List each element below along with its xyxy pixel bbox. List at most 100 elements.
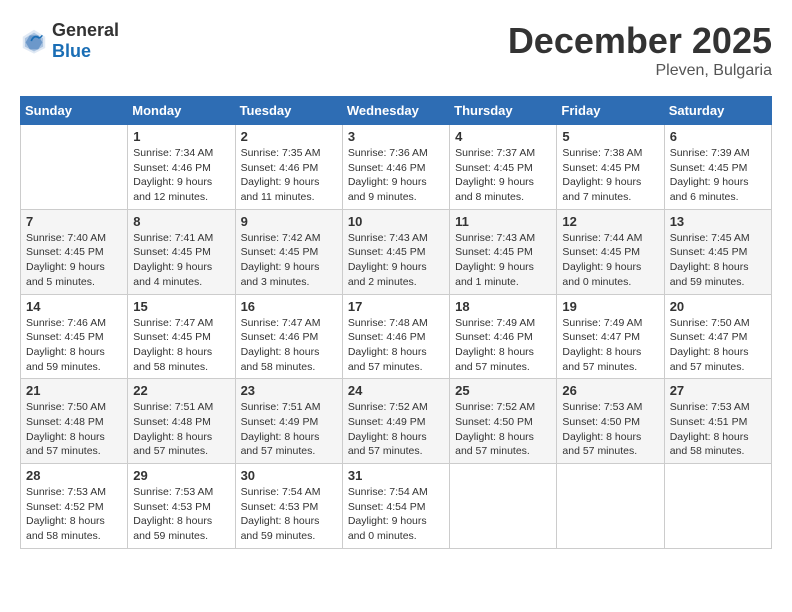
calendar-cell: 20Sunrise: 7:50 AM Sunset: 4:47 PM Dayli… [664,294,771,379]
day-number: 19 [562,299,658,314]
day-info: Sunrise: 7:47 AM Sunset: 4:46 PM Dayligh… [241,316,337,375]
day-number: 8 [133,214,229,229]
calendar-cell [557,464,664,549]
calendar-week-row: 7 Sunrise: 7:40 AM Sunset: 4:45 PM Daylig… [21,209,772,294]
day-number: 16 [241,299,337,314]
day-info: Sunrise: 7:43 AM Sunset: 4:45 PM Dayligh… [348,231,444,290]
day-info: Sunrise: 7:49 AM Sunset: 4:46 PM Dayligh… [455,316,551,375]
day-number: 29 [133,468,229,483]
day-number: 15 [133,299,229,314]
day-number: 7 [26,214,122,229]
day-info: Sunrise: 7:42 AM Sunset: 4:45 PM Dayligh… [241,231,337,290]
calendar-cell: 25 Sunrise: 7:52 AM Sunset: 4:50 PM Dayli… [450,379,557,464]
weekday-header: Monday [128,97,235,125]
day-info: Sunrise: 7:37 AM Sunset: 4:45 PM Dayligh… [455,146,551,205]
calendar-cell [664,464,771,549]
logo-general: General [52,20,119,40]
day-info: Sunrise: 7:50 AM Sunset: 4:48 PM Dayligh… [26,400,122,459]
calendar-cell: 9 Sunrise: 7:42 AM Sunset: 4:45 PM Daylig… [235,209,342,294]
day-info: Sunrise: 7:34 AM Sunset: 4:46 PM Dayligh… [133,146,229,205]
day-number: 12 [562,214,658,229]
day-info: Sunrise: 7:44 AM Sunset: 4:45 PM Dayligh… [562,231,658,290]
calendar-cell: 26 Sunrise: 7:53 AM Sunset: 4:50 PM Dayli… [557,379,664,464]
day-info: Sunrise: 7:51 AM Sunset: 4:49 PM Dayligh… [241,400,337,459]
day-info: Sunrise: 7:54 AM Sunset: 4:54 PM Dayligh… [348,485,444,544]
calendar-cell: 3 Sunrise: 7:36 AM Sunset: 4:46 PM Daylig… [342,125,449,210]
day-number: 24 [348,383,444,398]
day-number: 25 [455,383,551,398]
day-info: Sunrise: 7:45 AM Sunset: 4:45 PM Dayligh… [670,231,766,290]
calendar-header-row: SundayMondayTuesdayWednesdayThursdayFrid… [21,97,772,125]
calendar-cell: 22 Sunrise: 7:51 AM Sunset: 4:48 PM Dayli… [128,379,235,464]
calendar-cell: 12 Sunrise: 7:44 AM Sunset: 4:45 PM Dayli… [557,209,664,294]
day-info: Sunrise: 7:54 AM Sunset: 4:53 PM Dayligh… [241,485,337,544]
calendar-cell: 16 Sunrise: 7:47 AM Sunset: 4:46 PM Dayli… [235,294,342,379]
calendar-week-row: 28Sunrise: 7:53 AM Sunset: 4:52 PM Dayli… [21,464,772,549]
day-number: 1 [133,129,229,144]
day-number: 3 [348,129,444,144]
day-info: Sunrise: 7:41 AM Sunset: 4:45 PM Dayligh… [133,231,229,290]
calendar-cell: 8 Sunrise: 7:41 AM Sunset: 4:45 PM Daylig… [128,209,235,294]
day-number: 17 [348,299,444,314]
calendar-cell: 2 Sunrise: 7:35 AM Sunset: 4:46 PM Daylig… [235,125,342,210]
calendar-table: SundayMondayTuesdayWednesdayThursdayFrid… [20,96,772,549]
day-number: 22 [133,383,229,398]
calendar-cell: 28Sunrise: 7:53 AM Sunset: 4:52 PM Dayli… [21,464,128,549]
day-info: Sunrise: 7:53 AM Sunset: 4:50 PM Dayligh… [562,400,658,459]
calendar-week-row: 21 Sunrise: 7:50 AM Sunset: 4:48 PM Dayli… [21,379,772,464]
calendar-cell: 19 Sunrise: 7:49 AM Sunset: 4:47 PM Dayli… [557,294,664,379]
location: Pleven, Bulgaria [508,62,772,80]
calendar-cell: 6Sunrise: 7:39 AM Sunset: 4:45 PM Daylig… [664,125,771,210]
day-number: 14 [26,299,122,314]
calendar-cell: 18 Sunrise: 7:49 AM Sunset: 4:46 PM Dayli… [450,294,557,379]
day-number: 18 [455,299,551,314]
day-info: Sunrise: 7:46 AM Sunset: 4:45 PM Dayligh… [26,316,122,375]
calendar-cell: 14 Sunrise: 7:46 AM Sunset: 4:45 PM Dayli… [21,294,128,379]
page-header: General Blue December 2025 Pleven, Bulga… [20,20,772,80]
day-info: Sunrise: 7:49 AM Sunset: 4:47 PM Dayligh… [562,316,658,375]
day-number: 10 [348,214,444,229]
day-info: Sunrise: 7:35 AM Sunset: 4:46 PM Dayligh… [241,146,337,205]
weekday-header: Friday [557,97,664,125]
day-info: Sunrise: 7:40 AM Sunset: 4:45 PM Dayligh… [26,231,122,290]
day-number: 21 [26,383,122,398]
calendar-cell: 15Sunrise: 7:47 AM Sunset: 4:45 PM Dayli… [128,294,235,379]
day-info: Sunrise: 7:51 AM Sunset: 4:48 PM Dayligh… [133,400,229,459]
weekday-header: Saturday [664,97,771,125]
calendar-cell: 5Sunrise: 7:38 AM Sunset: 4:45 PM Daylig… [557,125,664,210]
day-number: 4 [455,129,551,144]
day-number: 27 [670,383,766,398]
calendar-cell [450,464,557,549]
calendar-cell: 17 Sunrise: 7:48 AM Sunset: 4:46 PM Dayli… [342,294,449,379]
weekday-header: Thursday [450,97,557,125]
calendar-cell: 29Sunrise: 7:53 AM Sunset: 4:53 PM Dayli… [128,464,235,549]
title-block: December 2025 Pleven, Bulgaria [508,20,772,80]
weekday-header: Wednesday [342,97,449,125]
calendar-cell: 21 Sunrise: 7:50 AM Sunset: 4:48 PM Dayli… [21,379,128,464]
calendar-cell [21,125,128,210]
day-number: 13 [670,214,766,229]
day-number: 23 [241,383,337,398]
day-info: Sunrise: 7:48 AM Sunset: 4:46 PM Dayligh… [348,316,444,375]
day-info: Sunrise: 7:39 AM Sunset: 4:45 PM Dayligh… [670,146,766,205]
day-info: Sunrise: 7:36 AM Sunset: 4:46 PM Dayligh… [348,146,444,205]
month-title: December 2025 [508,20,772,62]
day-number: 31 [348,468,444,483]
day-number: 20 [670,299,766,314]
calendar-cell: 13 Sunrise: 7:45 AM Sunset: 4:45 PM Dayli… [664,209,771,294]
day-number: 9 [241,214,337,229]
calendar-cell: 31 Sunrise: 7:54 AM Sunset: 4:54 PM Dayli… [342,464,449,549]
calendar-cell: 7 Sunrise: 7:40 AM Sunset: 4:45 PM Daylig… [21,209,128,294]
calendar-cell: 4 Sunrise: 7:37 AM Sunset: 4:45 PM Daylig… [450,125,557,210]
day-info: Sunrise: 7:52 AM Sunset: 4:50 PM Dayligh… [455,400,551,459]
logo: General Blue [20,20,119,62]
weekday-header: Tuesday [235,97,342,125]
calendar-cell: 23 Sunrise: 7:51 AM Sunset: 4:49 PM Dayli… [235,379,342,464]
day-number: 26 [562,383,658,398]
day-number: 28 [26,468,122,483]
calendar-cell: 27Sunrise: 7:53 AM Sunset: 4:51 PM Dayli… [664,379,771,464]
day-number: 2 [241,129,337,144]
day-info: Sunrise: 7:38 AM Sunset: 4:45 PM Dayligh… [562,146,658,205]
day-number: 30 [241,468,337,483]
calendar-week-row: 14 Sunrise: 7:46 AM Sunset: 4:45 PM Dayli… [21,294,772,379]
